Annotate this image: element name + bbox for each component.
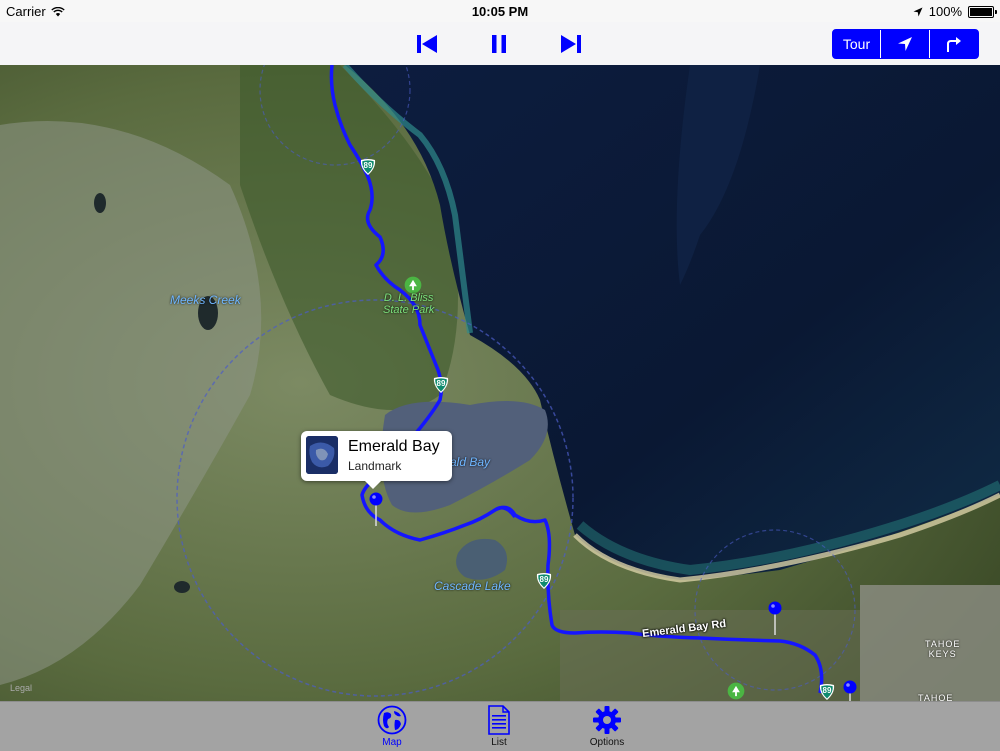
- satellite-map: [0, 65, 1000, 701]
- dl-bliss-label: D. L. Bliss State Park: [383, 292, 434, 316]
- landmark-photo-icon: [306, 436, 338, 474]
- tahoe-label: TAHOE: [918, 693, 954, 701]
- gear-icon: [593, 706, 621, 734]
- legal-link[interactable]: Legal: [10, 683, 32, 693]
- dl-bliss-line2: State Park: [383, 304, 435, 316]
- tab-bar: Map List Options: [0, 701, 1000, 751]
- locate-button[interactable]: [880, 30, 929, 58]
- tour-button[interactable]: Tour: [833, 30, 880, 58]
- tour-label: Tour: [842, 36, 871, 52]
- clock: 10:05 PM: [471, 4, 529, 19]
- route-89-shield: 89: [359, 158, 377, 176]
- callout-subtitle: Landmark: [348, 459, 402, 473]
- top-toolbar: Tour: [0, 22, 1000, 66]
- meeks-creek-label: Meeks Creek: [170, 293, 241, 307]
- tab-options-label: Options: [589, 737, 625, 748]
- landmark-callout[interactable]: Emerald Bay Landmark: [301, 431, 452, 489]
- route-89-text: 89: [822, 686, 832, 695]
- route-89-shield: 89: [535, 572, 553, 590]
- route-89-text: 89: [436, 379, 446, 388]
- tab-options[interactable]: Options: [567, 705, 647, 749]
- tab-map-label: Map: [382, 737, 402, 748]
- map-pin[interactable]: [843, 680, 857, 701]
- map-view[interactable]: Meeks Creek D. L. Bliss State Park ald B…: [0, 65, 1000, 701]
- emerald-bay-label: ald Bay: [450, 455, 491, 469]
- route-89-text: 89: [539, 575, 549, 584]
- map-pin[interactable]: [369, 492, 383, 526]
- skip-forward-icon: [561, 35, 581, 53]
- location-arrow-icon: [898, 37, 912, 51]
- mode-segmented-control: Tour: [832, 29, 979, 59]
- globe-icon: [377, 705, 407, 735]
- tahoe-keys-line1: TAHOE: [925, 639, 961, 649]
- small-lake: [94, 193, 106, 213]
- skip-forward-button[interactable]: [557, 30, 585, 58]
- skip-back-button[interactable]: [413, 30, 441, 58]
- tahoe-keys-line2: KEYS: [928, 649, 957, 659]
- directions-button[interactable]: [929, 30, 978, 58]
- callout-title: Emerald Bay: [348, 438, 440, 455]
- small-lake: [174, 581, 190, 593]
- status-bar: Carrier 10:05 PM 100%: [0, 0, 1000, 22]
- location-services-icon: [913, 7, 923, 16]
- route-89-shield: 89: [432, 376, 450, 394]
- park-icon: [727, 682, 745, 700]
- document-icon: [488, 705, 510, 735]
- battery-icon: [968, 5, 997, 18]
- dl-bliss-line1: D. L. Bliss: [383, 292, 434, 304]
- tahoe-keys-label: TAHOE KEYS: [925, 639, 960, 659]
- route-89-text: 89: [363, 161, 373, 170]
- skip-back-icon: [417, 35, 437, 53]
- tab-map[interactable]: Map: [352, 705, 432, 749]
- battery-percent: 100%: [928, 4, 962, 19]
- map-pin[interactable]: [768, 601, 782, 635]
- route-89-shield: 89: [818, 683, 836, 701]
- pause-icon: [492, 35, 506, 53]
- cascade-lake-label: Cascade Lake: [434, 579, 511, 593]
- pause-button[interactable]: [485, 30, 513, 58]
- tab-list[interactable]: List: [459, 705, 539, 749]
- turn-right-icon: [947, 37, 961, 52]
- landmark-thumbnail: [306, 436, 338, 474]
- tab-list-label: List: [491, 737, 507, 748]
